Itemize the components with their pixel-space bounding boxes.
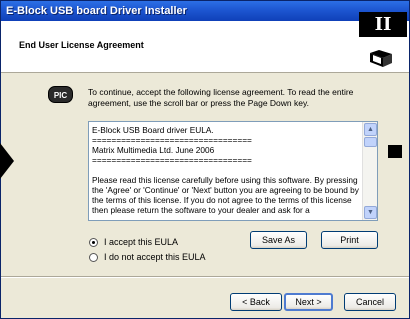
accept-label: I accept this EULA	[104, 237, 179, 247]
pic-logo: PIC	[48, 86, 73, 103]
installer-window: E-Block USB board Driver Installer End U…	[0, 0, 410, 319]
print-button[interactable]: Print	[321, 231, 378, 249]
decline-eula-option[interactable]: I do not accept this EULA	[89, 251, 206, 263]
scroll-up-icon[interactable]: ▲	[364, 123, 377, 136]
window-title: E-Block USB board Driver Installer	[6, 5, 187, 17]
right-marker-icon	[388, 145, 402, 158]
accept-eula-option[interactable]: I accept this EULA	[89, 236, 178, 248]
footer-divider	[1, 276, 409, 278]
cancel-button[interactable]: Cancel	[344, 293, 396, 311]
license-scrollbar[interactable]: ▲ ▼	[362, 122, 377, 220]
header-panel: End User License Agreement	[1, 21, 409, 73]
scroll-down-icon[interactable]: ▼	[364, 206, 377, 219]
intro-text: To continue, accept the following licens…	[88, 87, 354, 108]
page-heading: End User License Agreement	[19, 40, 144, 50]
left-arrow-icon	[0, 143, 14, 179]
license-text: E-Block USB Board driver EULA. =========…	[92, 125, 359, 215]
installer-box-icon	[367, 47, 395, 69]
accept-radio[interactable]	[89, 237, 98, 247]
title-bar[interactable]: E-Block USB board Driver Installer	[1, 1, 409, 21]
decline-label: I do not accept this EULA	[104, 252, 206, 262]
license-textbox[interactable]: E-Block USB Board driver EULA. =========…	[88, 121, 378, 221]
back-button[interactable]: < Back	[230, 293, 282, 311]
scroll-thumb[interactable]	[364, 137, 377, 147]
save-as-button[interactable]: Save As	[250, 231, 307, 249]
decline-radio[interactable]	[89, 252, 98, 262]
step-badge: II	[359, 12, 407, 37]
next-button[interactable]: Next >	[284, 293, 333, 311]
